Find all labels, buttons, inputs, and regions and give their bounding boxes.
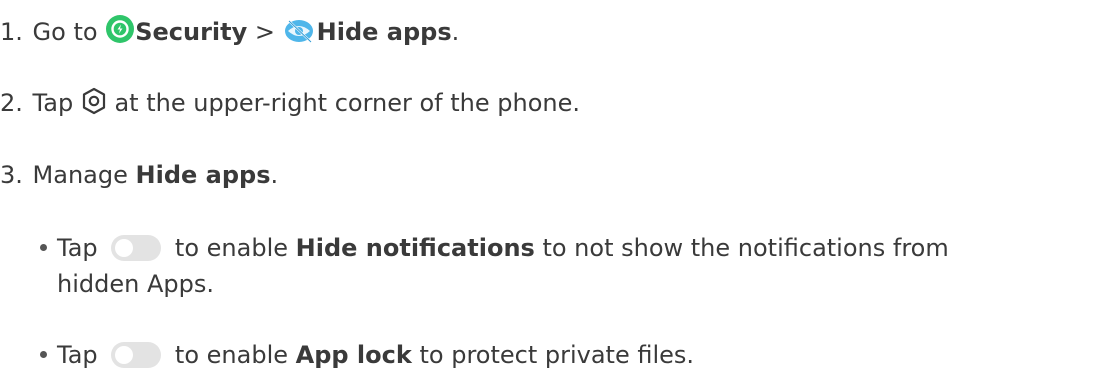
app-lock-label: App lock xyxy=(295,341,412,369)
settings-gear-icon xyxy=(81,87,107,115)
step-3: 3. Manage Hide apps. xyxy=(0,158,278,192)
step-2: 2. Tap at the upper-right corner of the … xyxy=(0,86,580,120)
sub-item-hide-notifications: Tap to enable Hide notifications to not … xyxy=(40,231,949,265)
step-1: 1. Go to Security > Hide apps. xyxy=(0,14,459,49)
sub-item-text: Tap xyxy=(57,341,98,369)
step-number: 3. xyxy=(0,161,23,189)
hide-notifications-label: Hide notifications xyxy=(295,234,535,262)
bullet-dot xyxy=(40,243,47,251)
security-link-label: Security xyxy=(135,18,248,46)
security-app-icon xyxy=(105,14,135,44)
step-end: . xyxy=(270,161,279,189)
sub-item-text: to enable xyxy=(174,341,288,369)
step-number: 2. xyxy=(0,89,23,117)
sub-item-text: to not show the notifications from xyxy=(542,234,949,262)
step-text: at the upper-right corner of the phone. xyxy=(114,89,580,117)
toggle-switch-icon xyxy=(111,342,162,368)
toggle-knob xyxy=(115,239,134,257)
sub-item-text: to enable xyxy=(174,234,288,262)
hidden-eye-icon xyxy=(283,18,317,44)
sub-item-app-lock: Tap to enable App lock to protect privat… xyxy=(40,338,694,372)
toggle-switch-icon xyxy=(111,235,162,261)
step-text: Tap xyxy=(32,89,74,117)
step-text: Manage xyxy=(32,161,128,189)
sub-item-text: Tap xyxy=(57,234,98,262)
sub-item-text: hidden Apps. xyxy=(57,270,214,298)
hide-apps-label: Hide apps xyxy=(135,161,271,189)
step-text: Go to xyxy=(32,18,98,46)
path-separator: > xyxy=(254,18,276,46)
toggle-knob xyxy=(115,346,134,364)
sub-item-text: to protect private files. xyxy=(419,341,695,369)
bullet-dot xyxy=(40,350,47,358)
step-number: 1. xyxy=(0,18,23,46)
step-end: . xyxy=(451,18,460,46)
sub-item-hide-notifications-cont: hidden Apps. xyxy=(57,267,214,301)
hide-apps-label: Hide apps xyxy=(316,18,452,46)
